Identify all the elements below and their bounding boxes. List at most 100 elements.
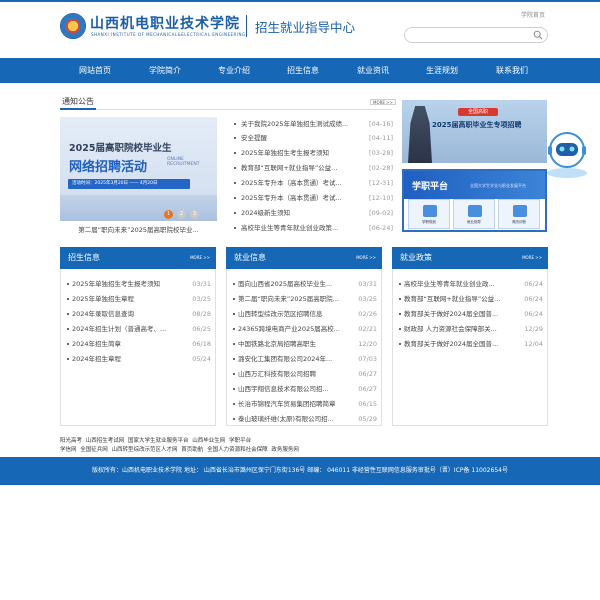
platform-card[interactable]: 学职规划 <box>408 199 450 229</box>
link-item[interactable]: 阳光高考 <box>60 438 82 444</box>
robot-mascot-icon[interactable] <box>543 128 591 180</box>
link-item[interactable]: 全国人力资源和社会保障 <box>207 447 268 453</box>
college-home-link[interactable]: 学院首页 <box>521 10 545 19</box>
list-item[interactable]: 教育部“互联网+就业指导”公益... [02-28] <box>233 161 393 175</box>
list-item[interactable]: 2025年单独招生章程 03/25 <box>61 292 215 306</box>
list-item-title[interactable]: 24365跨境电商产业2025届高校... <box>238 322 350 336</box>
school-emblem-icon[interactable] <box>60 13 86 39</box>
list-item[interactable]: 教育部关于做好2024届全国普... 12/04 <box>393 337 547 351</box>
list-item-title[interactable]: 2024年招生章程 <box>72 352 184 366</box>
list-item-date: 03/31 <box>358 280 377 288</box>
nav-item-career-planning[interactable]: 生涯规划 <box>407 58 477 83</box>
platform-card[interactable]: 就业指导 <box>453 199 495 229</box>
list-item[interactable]: 2024年招生计划（普通高考、... 06/25 <box>61 322 215 336</box>
banner-page-1[interactable]: 1 <box>164 210 173 219</box>
list-item-title[interactable]: 2025年单独招生考生报考须知 <box>241 146 357 160</box>
list-item-title[interactable]: 潞安化工集团有限公司2024年... <box>238 352 350 366</box>
list-item-title[interactable]: 教育部“互联网+就业指导”公益... <box>241 161 357 175</box>
nav-item-majors[interactable]: 专业介绍 <box>199 58 269 83</box>
panel-title: 就业政策 <box>400 253 432 262</box>
nav-item-about[interactable]: 学院简介 <box>130 58 200 83</box>
link-item[interactable]: 学职平台 <box>229 438 251 444</box>
school-name[interactable]: 山西机电职业技术学院 <box>90 13 240 33</box>
list-item[interactable]: 2024年招生章程 05/24 <box>61 352 215 366</box>
list-item-title[interactable]: 2024级新生须知 <box>241 206 357 220</box>
list-item[interactable]: 2024年录取信息查询 08/28 <box>61 307 215 321</box>
link-item[interactable]: 山西招生考试网 <box>86 438 125 444</box>
list-item[interactable]: 第二届“职向未来”2025届高职院... 03/25 <box>227 292 381 306</box>
list-item-title[interactable]: 2025年单独招生考生报考须知 <box>72 277 184 291</box>
list-item-title[interactable]: 教育部关于做好2024届全国普... <box>404 307 516 321</box>
panel-more-button[interactable]: MORE >> <box>522 255 542 260</box>
list-item[interactable]: 长治市锦程汽车贸易集团招聘简章 06/15 <box>227 397 381 411</box>
list-item[interactable]: 教育部关于做好2024届全国普... 06/24 <box>393 307 547 321</box>
bullet-icon <box>67 298 69 300</box>
list-item[interactable]: 教育部“互联网+就业指导”公益... 06/24 <box>393 292 547 306</box>
list-item-title[interactable]: 山西宇翔信息技术有限公司招... <box>238 382 350 396</box>
list-item[interactable]: 2025年专升本（高本贯通）考试... [12-10] <box>233 191 393 205</box>
list-item-title[interactable]: 安全提醒 <box>241 131 357 145</box>
list-item-title[interactable]: 2024年招生计划（普通高考、... <box>72 322 184 336</box>
panel-more-button[interactable]: MORE >> <box>190 255 210 260</box>
list-item-title[interactable]: 泰山玻璃纤维(太原)有限公司招... <box>238 412 350 426</box>
list-item[interactable]: 高校毕业生等青年就业创业政策... [06-24] <box>233 221 393 235</box>
link-item[interactable]: 山西转型综改示范区人才网 <box>112 447 178 453</box>
platform-card[interactable]: 简历诊断 <box>498 199 540 229</box>
list-item-title[interactable]: 面向山西省2025届高校毕业生... <box>238 277 350 291</box>
nav-item-employment-news[interactable]: 就业资讯 <box>338 58 408 83</box>
search-input[interactable] <box>413 34 531 49</box>
link-item[interactable]: 全国征兵网 <box>80 447 108 453</box>
list-item-title[interactable]: 中国铁路北京局招聘高职生 <box>238 337 350 351</box>
list-item[interactable]: 2024年招生简章 06/18 <box>61 337 215 351</box>
link-item[interactable]: 政务服务网 <box>271 447 299 453</box>
nav-item-home[interactable]: 网站首页 <box>60 58 130 83</box>
list-item-title[interactable]: 关于我院2025年单独招生测试成绩... <box>241 117 357 131</box>
list-item-title[interactable]: 2024年招生简章 <box>72 337 184 351</box>
card-label: 简历诊断 <box>512 220 526 224</box>
banner-slide[interactable]: 2025届高职院校毕业生 网络招聘活动 ONLINE RECRUITMENT 活动… <box>60 117 217 221</box>
nav-item-admissions[interactable]: 招生信息 <box>268 58 338 83</box>
list-item[interactable]: 山西万汇科技有限公司招聘 06/27 <box>227 367 381 381</box>
list-item-title[interactable]: 第二届“职向未来”2025届高职院... <box>238 292 350 306</box>
banner-page-2[interactable]: 2 <box>177 210 186 219</box>
promo-platform[interactable]: 学职平台 全国大学生学业与职业发展平台 学职规划 就业指导 简历诊断 <box>402 169 547 232</box>
list-item[interactable]: 关于我院2025年单独招生测试成绩... [04-16] <box>233 117 393 131</box>
list-item-title[interactable]: 长治市锦程汽车贸易集团招聘简章 <box>238 397 350 411</box>
list-item[interactable]: 2025年单独招生考生报考须知 [03-28] <box>233 146 393 160</box>
nav-item-contact[interactable]: 联系我们 <box>477 58 547 83</box>
list-item[interactable]: 财政部 人力资源社会保障部关... 12/29 <box>393 322 547 336</box>
list-item-title[interactable]: 高校毕业生等青年就业创业政策... <box>241 221 357 235</box>
banner-page-3[interactable]: 3 <box>190 210 199 219</box>
list-item-title[interactable]: 2025年单独招生章程 <box>72 292 184 306</box>
list-item-title[interactable]: 山西转型综改示范区招聘信息 <box>238 307 350 321</box>
list-item[interactable]: 面向山西省2025届高校毕业生... 03/31 <box>227 277 381 291</box>
list-item[interactable]: 中国铁路北京局招聘高职生 12/20 <box>227 337 381 351</box>
notice-more-button[interactable]: MORE >> <box>370 99 396 105</box>
list-item[interactable]: 高校毕业生等青年就业创业政... 06/24 <box>393 277 547 291</box>
link-item[interactable]: 首页助航 <box>181 447 203 453</box>
list-item-title[interactable]: 高校毕业生等青年就业创业政... <box>404 277 516 291</box>
list-item-title[interactable]: 财政部 人力资源社会保障部关... <box>404 322 516 336</box>
link-item[interactable]: 国家大学生就业服务平台 <box>128 438 189 444</box>
list-item-title[interactable]: 教育部“互联网+就业指导”公益... <box>404 292 516 306</box>
link-item[interactable]: 山西毕业生网 <box>192 438 225 444</box>
promo-banner-recruitment[interactable]: 全国高职 2025届高职毕业生专项招聘 <box>402 100 547 163</box>
list-item-title[interactable]: 山西万汇科技有限公司招聘 <box>238 367 350 381</box>
list-item[interactable]: 泰山玻璃纤维(太原)有限公司招... 05/29 <box>227 412 381 426</box>
list-item-title[interactable]: 2024年录取信息查询 <box>72 307 184 321</box>
list-item[interactable]: 2025年专升本（高本贯通）考试... [12-31] <box>233 176 393 190</box>
link-item[interactable]: 学信网 <box>60 447 77 453</box>
list-item[interactable]: 安全提醒 [04-11] <box>233 131 393 145</box>
search-icon[interactable] <box>533 30 543 40</box>
list-item[interactable]: 24365跨境电商产业2025届高校... 02/21 <box>227 322 381 336</box>
list-item-title[interactable]: 2025年专升本（高本贯通）考试... <box>241 191 357 205</box>
list-item-title[interactable]: 2025年专升本（高本贯通）考试... <box>241 176 357 190</box>
list-item-title[interactable]: 教育部关于做好2024届全国普... <box>404 337 516 351</box>
panel-more-button[interactable]: MORE >> <box>356 255 376 260</box>
list-item[interactable]: 2024级新生须知 [09-02] <box>233 206 393 220</box>
list-item[interactable]: 潞安化工集团有限公司2024年... 07/03 <box>227 352 381 366</box>
list-item[interactable]: 2025年单独招生考生报考须知 03/31 <box>61 277 215 291</box>
banner-caption[interactable]: 第二届“职向未来”2025届高职院校毕业... <box>60 224 217 234</box>
list-item[interactable]: 山西转型综改示范区招聘信息 02/26 <box>227 307 381 321</box>
list-item[interactable]: 山西宇翔信息技术有限公司招... 06/27 <box>227 382 381 396</box>
